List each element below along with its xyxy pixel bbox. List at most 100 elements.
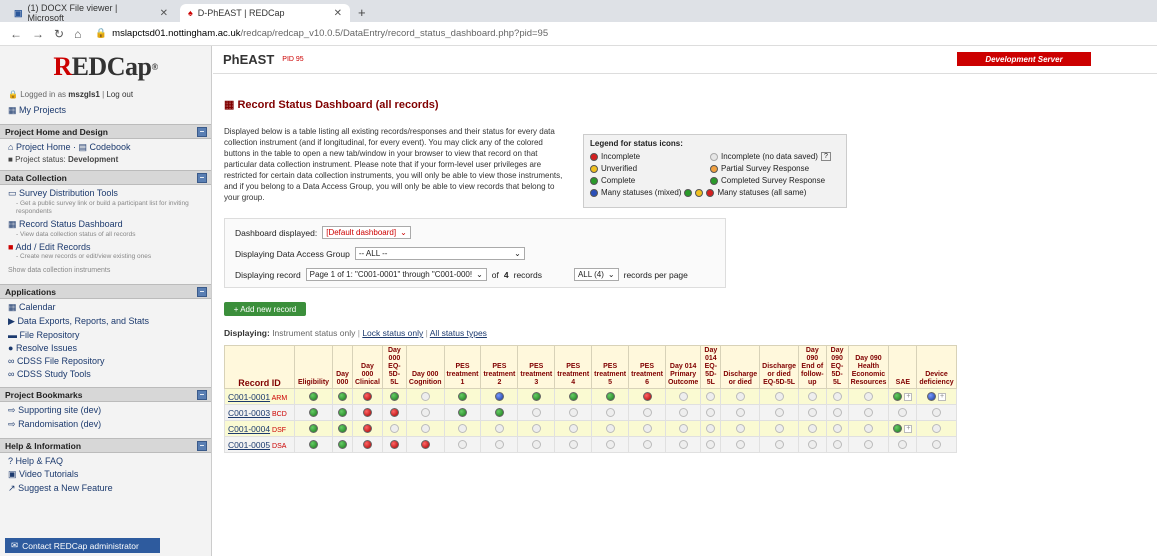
- red-status-icon[interactable]: [642, 392, 652, 401]
- gray-status-icon[interactable]: [642, 408, 652, 417]
- home-icon[interactable]: ⌂: [74, 27, 81, 41]
- gray-status-icon[interactable]: [832, 440, 842, 449]
- collapse-icon[interactable]: –: [197, 127, 207, 137]
- gray-status-icon[interactable]: [605, 440, 615, 449]
- all-status-link[interactable]: All status types: [430, 328, 487, 338]
- browser-tab-redcap[interactable]: ♠ D-PhEAST | REDCap ✕: [180, 4, 350, 22]
- green-status-icon[interactable]: [309, 440, 318, 449]
- cdss-file-repo-link[interactable]: ∞ CDSS File Repository: [0, 353, 211, 366]
- green-status-icon[interactable]: [338, 440, 347, 449]
- blue-status-icon[interactable]: [926, 392, 936, 401]
- gray-status-icon[interactable]: [389, 424, 399, 433]
- gray-status-icon[interactable]: [832, 392, 842, 401]
- red-status-icon[interactable]: [389, 440, 399, 449]
- suggest-feature-link[interactable]: ↗ Suggest a New Feature: [0, 480, 211, 494]
- green-status-icon[interactable]: [494, 408, 504, 417]
- gray-status-icon[interactable]: [863, 392, 873, 401]
- gray-status-icon[interactable]: [735, 424, 745, 433]
- survey-tools-link[interactable]: ▭ Survey Distribution Tools: [0, 185, 211, 199]
- gray-status-icon[interactable]: [774, 440, 784, 449]
- collapse-icon[interactable]: –: [197, 287, 207, 297]
- gray-status-icon[interactable]: [642, 424, 652, 433]
- green-status-icon[interactable]: [309, 408, 318, 417]
- green-status-icon[interactable]: [893, 424, 903, 433]
- add-new-record-button[interactable]: + Add new record: [224, 302, 306, 316]
- gray-status-icon[interactable]: [774, 392, 784, 401]
- my-projects-link[interactable]: ▦ My Projects: [0, 101, 211, 120]
- red-status-icon[interactable]: [362, 392, 372, 401]
- gray-status-icon[interactable]: [706, 440, 716, 449]
- green-status-icon[interactable]: [605, 392, 615, 401]
- gray-status-icon[interactable]: [774, 408, 784, 417]
- green-status-icon[interactable]: [458, 408, 467, 417]
- video-tutorials-link[interactable]: ▣ Video Tutorials: [0, 466, 211, 480]
- collapse-icon[interactable]: –: [197, 441, 207, 451]
- gray-status-icon[interactable]: [735, 392, 745, 401]
- bookmark-supporting-site[interactable]: ⇨ Supporting site (dev): [0, 402, 211, 416]
- gray-status-icon[interactable]: [706, 408, 716, 417]
- record-id-header[interactable]: Record ID: [224, 345, 295, 389]
- bookmark-randomisation[interactable]: ⇨ Randomisation (dev): [0, 416, 211, 430]
- gray-status-icon[interactable]: [735, 408, 745, 417]
- status-dashboard-link[interactable]: ▦ Record Status Dashboard: [0, 216, 211, 230]
- add-edit-records-link[interactable]: ■ Add / Edit Records: [0, 239, 211, 252]
- gray-status-icon[interactable]: [458, 424, 467, 433]
- gray-status-icon[interactable]: [678, 392, 688, 401]
- cdss-study-tools-link[interactable]: ∞ CDSS Study Tools: [0, 366, 211, 379]
- gray-status-icon[interactable]: [678, 408, 688, 417]
- green-status-icon[interactable]: [531, 392, 541, 401]
- red-status-icon[interactable]: [389, 408, 399, 417]
- gray-status-icon[interactable]: [420, 408, 430, 417]
- gray-status-icon[interactable]: [774, 424, 784, 433]
- gray-status-icon[interactable]: [531, 424, 541, 433]
- resolve-issues-link[interactable]: ● Resolve Issues: [0, 340, 211, 353]
- add-instance-icon[interactable]: +: [904, 424, 913, 433]
- green-status-icon[interactable]: [309, 424, 318, 433]
- gray-status-icon[interactable]: [706, 424, 716, 433]
- add-instance-icon[interactable]: +: [904, 392, 913, 401]
- green-status-icon[interactable]: [458, 392, 467, 401]
- green-status-icon[interactable]: [568, 392, 578, 401]
- gray-status-icon[interactable]: [642, 440, 652, 449]
- gray-status-icon[interactable]: [531, 408, 541, 417]
- forward-icon[interactable]: →: [32, 27, 44, 41]
- gray-status-icon[interactable]: [420, 424, 430, 433]
- gray-status-icon[interactable]: [832, 408, 842, 417]
- gray-status-icon[interactable]: [678, 440, 688, 449]
- gray-status-icon[interactable]: [735, 440, 745, 449]
- gray-status-icon[interactable]: [807, 392, 817, 401]
- gray-status-icon[interactable]: [605, 408, 615, 417]
- red-status-icon[interactable]: [362, 408, 372, 417]
- green-status-icon[interactable]: [893, 392, 903, 401]
- gray-status-icon[interactable]: [494, 424, 504, 433]
- red-status-icon[interactable]: [362, 440, 372, 449]
- record-link[interactable]: C001-0003: [228, 408, 270, 418]
- help-icon[interactable]: ?: [820, 152, 831, 161]
- new-tab-icon[interactable]: +: [358, 5, 366, 20]
- url-field[interactable]: 🔒 mslapctsd01.nottingham.ac.uk/redcap/re…: [95, 28, 548, 39]
- gray-status-icon[interactable]: [832, 424, 842, 433]
- record-page-select[interactable]: Page 1 of 1: "C001-0001" through "C001-0…: [305, 268, 487, 281]
- gray-status-icon[interactable]: [807, 424, 817, 433]
- redcap-logo[interactable]: R EDCap ®: [0, 46, 211, 88]
- collapse-icon[interactable]: –: [197, 173, 207, 183]
- gray-status-icon[interactable]: [898, 408, 908, 417]
- data-exports-link[interactable]: ▶ Data Exports, Reports, and Stats: [0, 313, 211, 327]
- gray-status-icon[interactable]: [863, 424, 873, 433]
- project-home-link[interactable]: ⌂ Project Home · ▤ Codebook: [0, 139, 211, 153]
- close-tab-icon[interactable]: ✕: [334, 8, 342, 19]
- dag-select[interactable]: -- ALL -- ⌄: [354, 247, 525, 260]
- logout-link[interactable]: Log out: [106, 90, 133, 99]
- file-repository-link[interactable]: ▬ File Repository: [0, 327, 211, 340]
- gray-status-icon[interactable]: [931, 440, 941, 449]
- blue-status-icon[interactable]: [494, 392, 504, 401]
- gray-status-icon[interactable]: [531, 440, 541, 449]
- gray-status-icon[interactable]: [807, 440, 817, 449]
- collapse-icon[interactable]: –: [197, 390, 207, 400]
- contact-admin-button[interactable]: ✉ Contact REDCap administrator: [5, 538, 160, 553]
- gray-status-icon[interactable]: [706, 392, 716, 401]
- reload-icon[interactable]: ↻: [54, 27, 64, 41]
- help-faq-link[interactable]: ? Help & FAQ: [0, 453, 211, 466]
- red-status-icon[interactable]: [420, 440, 430, 449]
- show-instruments-link[interactable]: Show data collection instruments: [0, 261, 211, 280]
